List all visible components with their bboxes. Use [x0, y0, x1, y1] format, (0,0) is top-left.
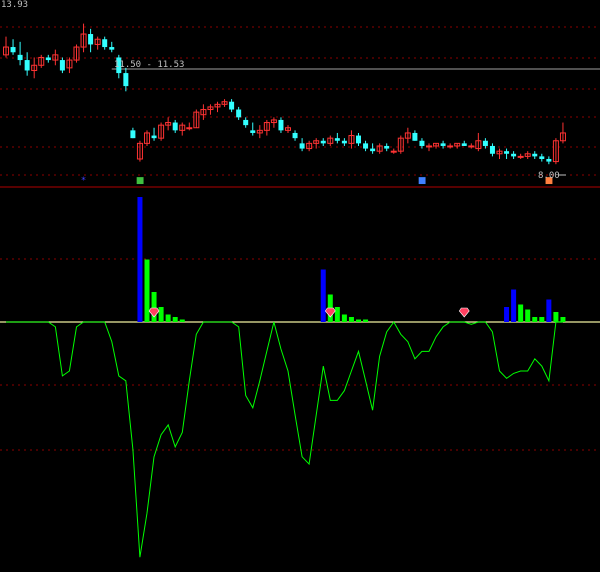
- candle-body: [384, 145, 390, 149]
- candle-body: [278, 119, 284, 131]
- candle-body: [334, 138, 340, 141]
- candle-body: [440, 143, 446, 146]
- candle-body: [109, 47, 115, 50]
- indicator-bar: [348, 317, 354, 322]
- candle-body: [447, 145, 454, 148]
- oscillator-line: [6, 321, 563, 558]
- candle-body: [532, 153, 538, 157]
- candle-body: [130, 130, 136, 139]
- range-label: 11.50 - 11.53: [114, 60, 185, 70]
- candle-body: [236, 109, 242, 118]
- candle-body: [123, 73, 129, 87]
- candle-body: [292, 132, 298, 139]
- top-price-label: 13.93: [1, 0, 29, 10]
- indicator-bar: [525, 309, 531, 322]
- candle-body: [45, 57, 51, 61]
- indicator-bar: [511, 289, 517, 322]
- indicator-bar: [553, 312, 559, 322]
- indicator-bar: [356, 319, 361, 322]
- candle-body: [461, 143, 467, 146]
- candle-body: [320, 140, 326, 144]
- candle-body: [390, 150, 397, 153]
- indicator-bar: [539, 317, 545, 322]
- candle-body: [419, 140, 425, 146]
- diamond-icon: [458, 307, 470, 318]
- candle-body: [102, 39, 108, 48]
- indicator-bar: [560, 317, 566, 322]
- candle-body: [412, 132, 418, 141]
- indicator-bar: [320, 269, 326, 322]
- candle-body: [17, 54, 23, 61]
- candle-body: [24, 60, 30, 71]
- candle-body: [489, 145, 495, 154]
- candle-body: [229, 101, 235, 110]
- candle-body: [363, 143, 369, 149]
- indicator-bar: [363, 319, 369, 322]
- candle-body: [539, 156, 545, 159]
- indicator-bar: [518, 304, 524, 322]
- candle-body: [186, 127, 193, 130]
- candle-body: [10, 47, 16, 53]
- candle-body: [59, 60, 65, 71]
- candle-body: [172, 122, 178, 131]
- candle-body: [426, 145, 432, 148]
- indicator-bar: [151, 292, 157, 322]
- diamond-icon: [324, 307, 336, 318]
- indicator-bar: [158, 307, 164, 322]
- indicator-bar: [172, 317, 178, 322]
- low-label: 8.00: [538, 171, 560, 181]
- candle-body: [468, 145, 475, 148]
- marker-icon: *: [81, 176, 86, 186]
- candle-body: [299, 143, 305, 149]
- candle-body: [546, 158, 552, 162]
- candle-body: [504, 151, 510, 154]
- stock-chart: * ■ ■ ■: [0, 23, 600, 558]
- marker-icon: ■: [418, 176, 427, 186]
- indicator-bar: [341, 314, 347, 322]
- indicator-bar: [334, 307, 340, 322]
- diamond-icon: [148, 307, 160, 318]
- candle-body: [250, 130, 256, 133]
- candle-body: [370, 148, 376, 152]
- candle-body: [341, 140, 347, 144]
- candle-body: [356, 135, 361, 144]
- candle-body: [88, 34, 94, 45]
- indicator-bar: [179, 319, 185, 322]
- candle-body: [151, 135, 157, 139]
- candle-body: [243, 119, 249, 126]
- indicator-bar: [137, 197, 143, 322]
- indicator-bar: [144, 259, 150, 322]
- indicator-bar: [165, 314, 171, 322]
- candle-body: [517, 155, 524, 158]
- indicator-bar: [504, 307, 510, 322]
- candle-body: [482, 140, 488, 146]
- candle-body: [511, 153, 517, 157]
- indicator-bar: [546, 299, 552, 322]
- marker-icon: ■: [136, 176, 145, 186]
- indicator-bar: [532, 317, 538, 322]
